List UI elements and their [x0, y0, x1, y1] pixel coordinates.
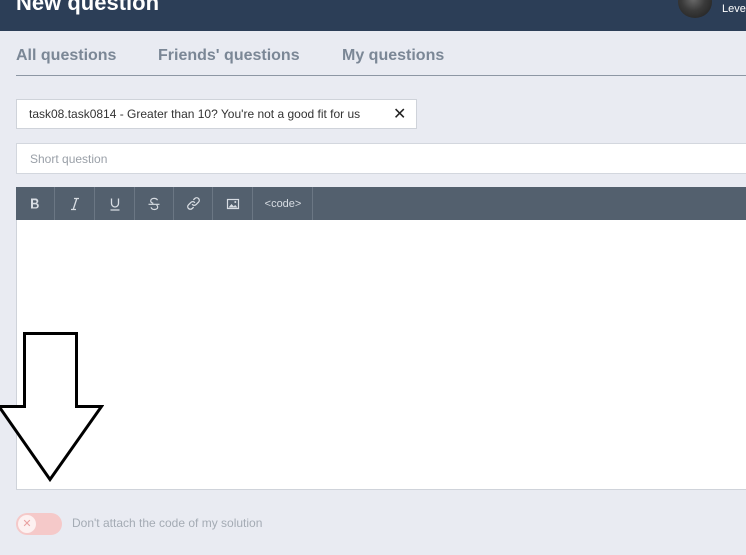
level-label: Level	[722, 3, 746, 15]
top-header: New question Level	[0, 0, 746, 31]
bold-button[interactable]	[16, 187, 55, 220]
close-icon: ✕	[18, 515, 36, 533]
image-icon	[226, 198, 240, 209]
close-icon[interactable]: ✕	[393, 104, 406, 123]
underline-button[interactable]	[96, 187, 135, 220]
strikethrough-button[interactable]	[135, 187, 174, 220]
code-button[interactable]: <code>	[254, 187, 313, 220]
bold-icon	[31, 198, 39, 208]
italic-button[interactable]	[56, 187, 95, 220]
editor-toolbar: <code>	[16, 187, 746, 220]
task-chip-label: task08.task0814 - Greater than 10? You'r…	[29, 107, 361, 121]
question-editor[interactable]	[16, 220, 746, 490]
strikethrough-icon	[148, 197, 160, 210]
image-button[interactable]	[214, 187, 253, 220]
link-button[interactable]	[174, 187, 213, 220]
attach-code-toggle[interactable]: ✕	[16, 513, 62, 535]
down-arrow-icon	[0, 332, 104, 482]
tab-my-questions[interactable]: My questions	[342, 47, 444, 65]
page-title: New question	[16, 0, 160, 15]
task-chip: task08.task0814 - Greater than 10? You'r…	[16, 99, 417, 129]
tab-all-questions[interactable]: All questions	[16, 47, 116, 65]
underline-icon	[110, 198, 120, 211]
tabs-divider	[16, 75, 746, 76]
italic-icon	[71, 197, 79, 210]
attach-code-label: Don't attach the code of my solution	[72, 516, 263, 530]
short-question-input[interactable]	[16, 143, 746, 174]
question-tabs: All questions Friends' questions My ques…	[0, 31, 746, 76]
avatar[interactable]	[678, 0, 712, 18]
tab-friends-questions[interactable]: Friends' questions	[158, 47, 300, 65]
link-icon	[186, 197, 200, 210]
